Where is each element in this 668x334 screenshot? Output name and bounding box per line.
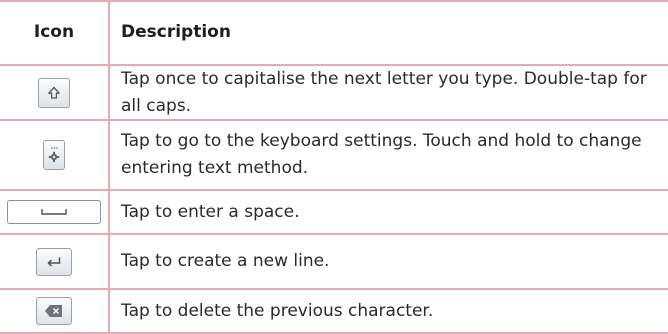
space-bar-icon xyxy=(7,200,101,224)
table-row-enter-icon-cell xyxy=(0,235,108,288)
table-row-space-icon-cell xyxy=(0,191,108,233)
settings-key-icon xyxy=(43,140,65,170)
header-icon-column: Icon xyxy=(33,22,75,42)
enter-key-icon xyxy=(36,247,72,276)
table-row-shift-icon-cell xyxy=(0,66,108,119)
header-description-column: Description xyxy=(121,22,231,42)
table-row-shift-description: Tap once to capitalise the next letter y… xyxy=(121,68,647,116)
table-row-space-description: Tap to enter a space. xyxy=(121,201,300,222)
table-row-settings-description: Tap to go to the keyboard settings. Touc… xyxy=(121,131,642,178)
keyboard-icons-table: Icon Description Tap once to capitalise … xyxy=(0,0,668,334)
table-row-delete-icon-cell xyxy=(0,290,108,332)
delete-key-icon xyxy=(36,297,72,325)
table-row-settings-icon-cell xyxy=(0,121,108,189)
column-divider xyxy=(108,0,110,334)
table-row-enter-description: Tap to create a new line. xyxy=(121,251,330,271)
shift-icon xyxy=(38,77,70,108)
table-row-delete-description: Tap to delete the previous character. xyxy=(121,300,434,321)
